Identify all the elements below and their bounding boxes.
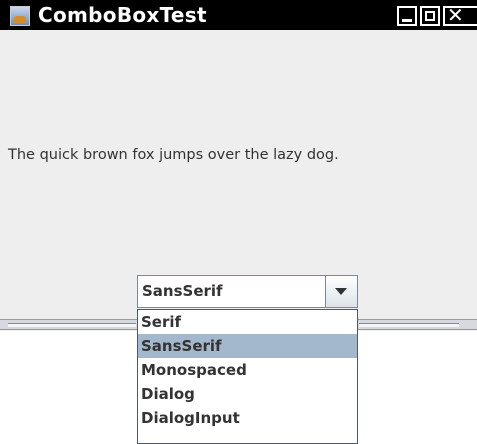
sample-text-label: The quick brown fox jumps over the lazy … bbox=[8, 147, 339, 163]
border-segment-left bbox=[8, 323, 36, 327]
font-combo-box[interactable]: SansSerif bbox=[137, 275, 358, 308]
border-segment-right bbox=[359, 323, 459, 327]
app-window: ComboBoxTest ✕ The quick brown fox jumps… bbox=[0, 0, 477, 331]
list-item-serif[interactable]: Serif bbox=[138, 310, 357, 334]
list-item-sansserif[interactable]: SansSerif bbox=[138, 334, 357, 358]
title-bar[interactable]: ComboBoxTest ✕ bbox=[0, 0, 477, 30]
close-button[interactable]: ✕ bbox=[443, 3, 477, 27]
minimize-icon bbox=[402, 19, 412, 22]
window-title: ComboBoxTest bbox=[38, 3, 207, 27]
chevron-down-icon bbox=[335, 288, 347, 295]
list-item-dialog[interactable]: Dialog bbox=[138, 382, 357, 406]
border-segment-mid bbox=[36, 323, 136, 327]
close-icon: ✕ bbox=[447, 3, 464, 27]
minimize-button[interactable] bbox=[397, 6, 417, 26]
list-item-dialoginput[interactable]: DialogInput bbox=[138, 406, 357, 430]
combo-dropdown-button[interactable] bbox=[325, 276, 357, 307]
combo-selected-value: SansSerif bbox=[142, 282, 223, 300]
maximize-button[interactable] bbox=[420, 6, 440, 26]
combo-popup-list: Serif SansSerif Monospaced Dialog Dialog… bbox=[137, 309, 358, 444]
list-item-monospaced[interactable]: Monospaced bbox=[138, 358, 357, 382]
maximize-icon bbox=[425, 11, 435, 21]
java-cup-icon[interactable] bbox=[10, 6, 30, 26]
